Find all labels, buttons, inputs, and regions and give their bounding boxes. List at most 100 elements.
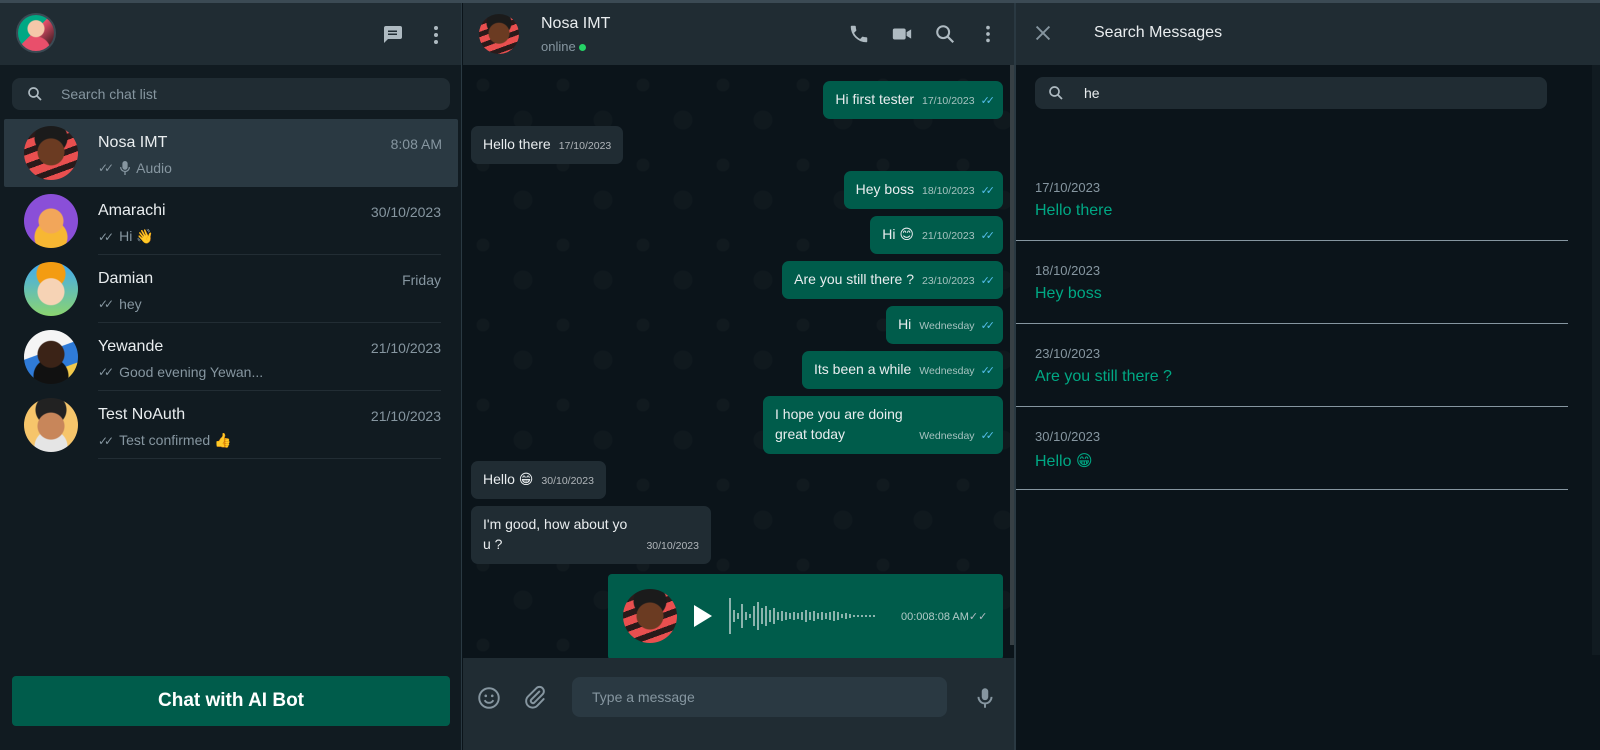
voice-note-avatar xyxy=(623,589,677,643)
message-bubble-outgoing[interactable]: Hi 😊 21/10/2023 ✓✓ xyxy=(870,216,1003,254)
microphone-icon[interactable] xyxy=(972,685,998,711)
message-time: 17/10/2023 xyxy=(558,140,612,152)
chat-item-damian[interactable]: Damian Friday ✓✓ hey xyxy=(0,255,461,323)
message-input[interactable]: Type a message xyxy=(572,677,947,717)
search-icon xyxy=(28,87,42,101)
chat-time: Friday xyxy=(402,272,441,288)
chat-time: 8:08 AM xyxy=(390,136,442,152)
chat-item-yewande[interactable]: Yewande 21/10/2023 ✓✓ Good evening Yewan… xyxy=(0,323,461,391)
close-icon[interactable] xyxy=(1032,22,1054,44)
whatsapp-app: Search chat list Nosa IMT 8:08 AM ✓✓ Aud… xyxy=(0,0,1600,750)
search-result-item[interactable]: 30/10/2023 Hello 😁 xyxy=(1016,407,1568,490)
chat-with-ai-bot-button[interactable]: Chat with AI Bot xyxy=(12,676,450,726)
search-icon xyxy=(1049,86,1063,100)
voice-note-meta: 00:008:08 AM✓✓ xyxy=(901,610,987,623)
message-bubble-outgoing[interactable]: Hey boss 18/10/2023 ✓✓ xyxy=(843,171,1003,209)
my-avatar[interactable] xyxy=(16,13,56,53)
message-time: 23/10/2023 xyxy=(922,275,975,287)
message-text: Its been a while xyxy=(814,361,912,377)
chat-name: Nosa IMT xyxy=(98,134,168,151)
search-panel-scrollbar[interactable] xyxy=(1592,65,1600,655)
double-check-icon: ✓✓ xyxy=(98,365,114,379)
message-bubble-outgoing[interactable]: Are you still there ? 23/10/2023 ✓✓ xyxy=(782,261,1003,299)
message-time: Wednesday xyxy=(919,320,975,332)
contact-avatar[interactable] xyxy=(479,14,519,54)
waveform[interactable] xyxy=(728,594,878,638)
search-messages-panel: Search Messages he 17/10/2023 Hello ther… xyxy=(1014,3,1600,750)
chat-preview: ✓✓ hey xyxy=(98,296,142,312)
message-search-value: he xyxy=(1084,85,1100,101)
read-ticks-icon: ✓✓ xyxy=(980,365,996,377)
message-bubble-outgoing[interactable]: Its been a while Wednesday ✓✓ xyxy=(802,351,1003,389)
voice-note-time: 8:08 AM xyxy=(928,611,969,623)
contact-name[interactable]: Nosa IMT xyxy=(541,15,610,33)
double-check-icon: ✓✓ xyxy=(98,229,114,244)
chat-list: Nosa IMT 8:08 AM ✓✓ Audio Amarachi 30/10… xyxy=(0,119,461,459)
result-text: Hello 😁 xyxy=(1035,453,1093,470)
play-icon[interactable] xyxy=(694,605,712,627)
result-text: Hey boss xyxy=(1035,285,1102,302)
message-text-line-1: I hope you are doing xyxy=(775,406,903,422)
chat-time: 21/10/2023 xyxy=(370,340,441,356)
avatar xyxy=(24,126,78,180)
mic-icon xyxy=(120,161,131,175)
menu-dots-icon[interactable] xyxy=(977,23,999,45)
voice-note-duration: 00:00 xyxy=(901,611,929,623)
message-bubble-incoming[interactable]: Hello there 17/10/2023 xyxy=(471,126,624,164)
message-search-input[interactable]: he xyxy=(1035,77,1547,109)
read-ticks-icon: ✓✓ xyxy=(980,230,996,242)
chat-preview-text: Audio xyxy=(136,160,172,176)
message-text-line-1: I'm good, how about yo xyxy=(483,516,628,532)
chat-preview-text: Good evening Yewan... xyxy=(119,364,264,380)
message-time: 21/10/2023 xyxy=(922,230,975,242)
chat-time: 21/10/2023 xyxy=(370,408,441,424)
chat-item-amarachi[interactable]: Amarachi 30/10/2023 ✓✓ Hi 👋 xyxy=(0,187,461,255)
message-bubble-outgoing[interactable]: Hi first tester 17/10/2023 ✓✓ xyxy=(823,81,1003,119)
new-chat-icon[interactable] xyxy=(381,23,405,47)
message-bubble-outgoing[interactable]: Hi Wednesday ✓✓ xyxy=(886,306,1003,344)
message-time: 30/10/2023 xyxy=(541,475,594,487)
result-date: 18/10/2023 xyxy=(1035,263,1101,278)
chat-search-input[interactable]: Search chat list xyxy=(12,78,450,110)
search-result-item[interactable]: 23/10/2023 Are you still there ? xyxy=(1016,324,1568,407)
message-time: Wednesday xyxy=(919,430,975,442)
chat-name: Test NoAuth xyxy=(98,406,186,423)
double-check-icon: ✓✓ xyxy=(98,161,114,175)
message-time: 18/10/2023 xyxy=(922,185,975,197)
chat-item-nosa-imt[interactable]: Nosa IMT 8:08 AM ✓✓ Audio xyxy=(4,119,458,187)
avatar xyxy=(24,262,78,316)
divider xyxy=(98,458,441,459)
read-ticks-icon: ✓✓ xyxy=(980,95,996,107)
chat-name: Amarachi xyxy=(98,202,166,219)
menu-dots-icon[interactable] xyxy=(424,23,448,47)
search-result-item[interactable]: 17/10/2023 Hello there xyxy=(1016,158,1568,241)
chat-name: Damian xyxy=(98,270,154,287)
chat-preview-text: hey xyxy=(119,296,142,312)
message-bubble-incoming[interactable]: I'm good, how about yo u ? 30/10/2023 xyxy=(471,506,711,564)
phone-icon[interactable] xyxy=(848,23,870,45)
message-input-placeholder: Type a message xyxy=(592,689,695,705)
sidebar-header xyxy=(0,3,461,65)
double-check-icon: ✓✓ xyxy=(98,297,114,311)
search-icon[interactable] xyxy=(934,23,956,45)
message-time: 17/10/2023 xyxy=(922,95,975,107)
search-result-item[interactable]: 18/10/2023 Hey boss xyxy=(1016,241,1568,324)
status-text: online xyxy=(541,39,576,54)
message-bubble-incoming[interactable]: Hello 😁 30/10/2023 xyxy=(471,461,606,499)
chat-item-test-noauth[interactable]: Test NoAuth 21/10/2023 ✓✓ Test confirmed… xyxy=(0,391,461,459)
chat-preview-text: Hi 👋 xyxy=(119,228,154,244)
chat-preview: ✓✓ Hi 👋 xyxy=(98,228,154,245)
avatar xyxy=(24,330,78,384)
contact-status: online xyxy=(541,39,586,54)
message-text: Hi first tester xyxy=(835,91,914,107)
emoji-icon[interactable] xyxy=(476,685,502,711)
chat-search-placeholder: Search chat list xyxy=(61,86,157,102)
message-composer: Type a message xyxy=(463,658,1014,750)
message-text: Hi xyxy=(898,316,912,332)
read-ticks-icon: ✓✓ xyxy=(980,185,996,197)
chat-preview: ✓✓ Test confirmed 👍 xyxy=(98,432,231,449)
message-bubble-outgoing[interactable]: I hope you are doing great today Wednesd… xyxy=(763,396,1003,454)
paperclip-icon[interactable] xyxy=(522,685,548,711)
result-text: Are you still there ? xyxy=(1035,368,1172,385)
video-call-icon[interactable] xyxy=(891,23,913,45)
